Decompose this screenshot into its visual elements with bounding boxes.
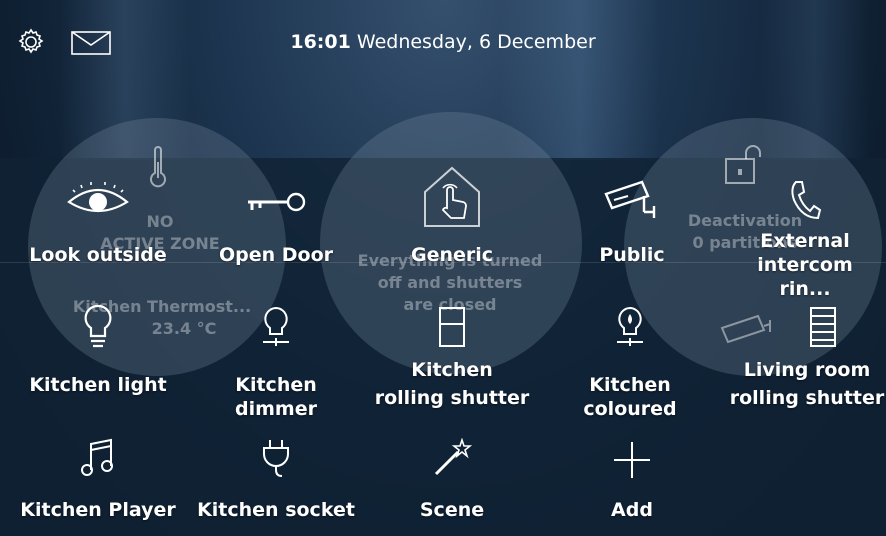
tile-scene[interactable]: Scene — [372, 430, 532, 530]
tile-label: Generic — [410, 244, 494, 266]
tile-label: Kitchen dimmer — [235, 374, 317, 420]
tile-public[interactable]: Public — [552, 170, 712, 274]
music-icon — [81, 438, 115, 482]
tile-kitchen-dimmer[interactable]: Kitchen dimmer — [196, 300, 356, 420]
tile-external-intercom[interactable]: External intercom rin... — [730, 170, 880, 300]
camera-icon — [602, 178, 662, 226]
tile-label: Kitchen light — [29, 374, 167, 396]
phone-icon — [788, 178, 822, 226]
key-icon — [244, 190, 308, 218]
tile-label: Kitchen socket — [197, 499, 355, 521]
tile-label: Add — [611, 499, 653, 521]
tile-kitchen-coloured[interactable]: Kitchen coloured — [540, 300, 720, 420]
magic-wand-icon — [432, 437, 473, 482]
tile-kitchen-rolling-shutter[interactable]: Kitchen rolling shutter — [372, 300, 532, 412]
date-time: 16:01 Wednesday, 6 December — [0, 31, 886, 53]
tile-kitchen-light[interactable]: Kitchen light — [18, 300, 178, 400]
tile-kitchen-socket[interactable]: Kitchen socket — [196, 430, 356, 530]
tile-label-line2: intercom rin... — [757, 254, 853, 300]
tile-look-outside[interactable]: Look outside — [18, 170, 178, 274]
home-touch-icon — [417, 162, 487, 236]
tile-label: Public — [599, 244, 665, 266]
tile-generic[interactable]: Generic — [372, 158, 532, 274]
tile-label: Look outside — [29, 244, 167, 266]
tile-label: Living room — [743, 359, 871, 381]
tile-label: External — [760, 230, 850, 252]
tile-living-room-rolling-shutter[interactable]: Living room rolling shutter — [728, 300, 886, 412]
tile-label: Open Door — [218, 244, 334, 266]
bulb-icon — [83, 304, 113, 356]
tile-add[interactable]: Add — [552, 430, 712, 530]
shutter-icon — [809, 306, 837, 352]
tile-label: Kitchen — [411, 359, 493, 381]
eye-icon — [65, 180, 131, 220]
tile-label-line2: rolling shutter — [374, 387, 530, 409]
clock-date: Wednesday, 6 December — [356, 31, 596, 53]
tile-label: Kitchen Player — [20, 499, 176, 521]
plug-icon — [260, 438, 292, 482]
clock-time: 16:01 — [290, 31, 351, 53]
tile-open-door[interactable]: Open Door — [196, 170, 356, 274]
tile-label: Scene — [419, 499, 485, 521]
top-bar: 16:01 Wednesday, 6 December — [0, 0, 886, 88]
shutter-icon — [438, 306, 466, 352]
plus-icon — [612, 440, 652, 484]
dimmer-bulb-icon — [259, 304, 293, 356]
tile-label: Kitchen coloured — [583, 374, 677, 420]
tile-label-line2: rolling shutter — [729, 387, 885, 409]
coloured-bulb-icon — [613, 304, 647, 356]
tile-kitchen-player[interactable]: Kitchen Player — [18, 430, 178, 530]
